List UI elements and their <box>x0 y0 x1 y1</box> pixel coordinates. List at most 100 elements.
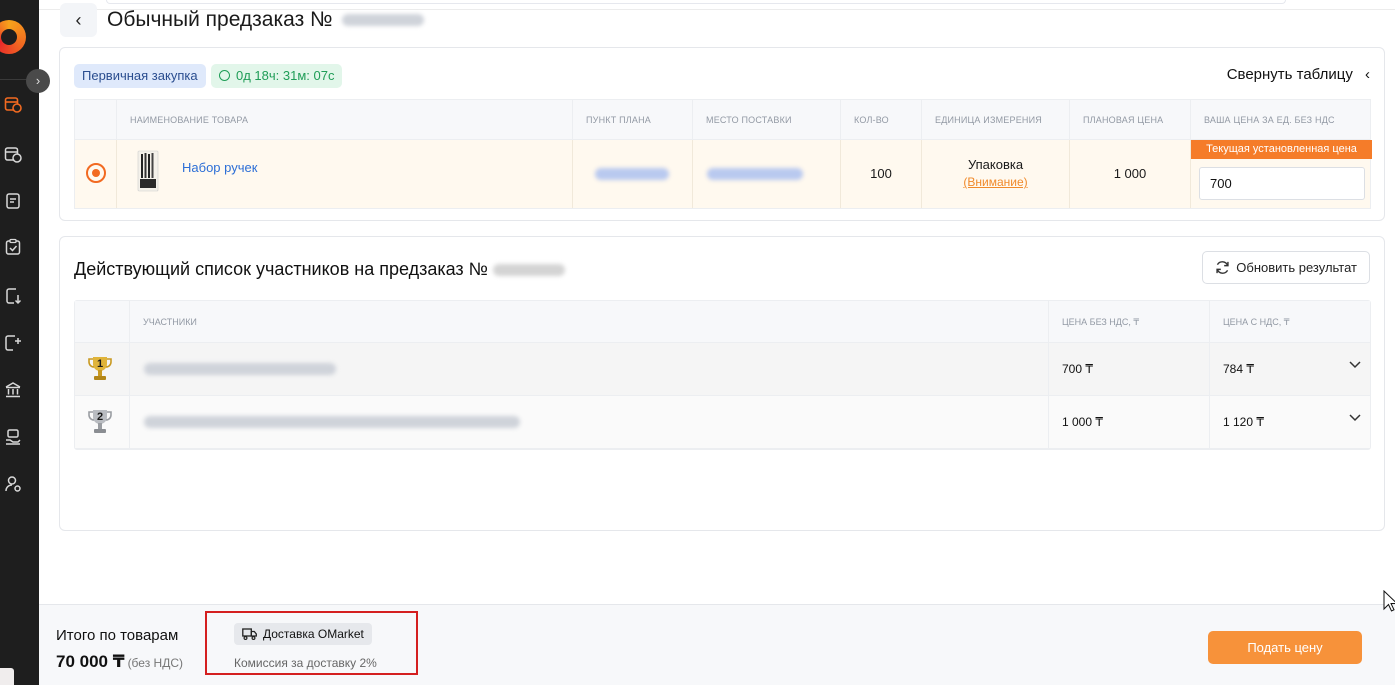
calendar-check-icon <box>4 147 22 163</box>
price-vat-cell: 784 ₸ <box>1209 343 1372 396</box>
clock-icon <box>219 70 230 81</box>
sidebar-item-approved[interactable] <box>4 145 22 163</box>
delivery-place-cell <box>692 140 840 208</box>
submit-price-button[interactable]: Подать цену <box>1208 631 1362 664</box>
user-settings-icon <box>5 476 21 492</box>
participants-table: Участники Цена без НДС, ₸ Цена с НДС, ₸ … <box>74 300 1371 450</box>
omarket-logo[interactable] <box>0 20 26 54</box>
collapse-table-label: Свернуть таблицу <box>1226 66 1353 83</box>
plan-item-cell <box>572 140 692 208</box>
current-price-tag: Текущая установленная цена <box>1191 140 1372 159</box>
participant-name-cell <box>129 343 1048 396</box>
sidebar-item-returns[interactable] <box>4 287 22 305</box>
chevron-left-icon: ‹ <box>75 10 82 30</box>
column-price-vat: Цена с НДС, ₸ <box>1209 301 1372 343</box>
hand-money-icon <box>6 429 21 445</box>
unit-warning-link[interactable]: (Внимание) <box>922 175 1069 189</box>
column-your-price: Ваша цена за ед. без НДС <box>1190 100 1371 140</box>
column-plan-price: Плановая цена <box>1069 100 1190 140</box>
price-no-vat-cell: 1 000 ₸ <box>1048 396 1209 449</box>
sidebar-item-support[interactable] <box>4 428 22 446</box>
column-participants: Участники <box>129 301 1048 343</box>
sidebar-item-add-product[interactable] <box>4 334 22 352</box>
column-plan-item: Пункт плана <box>572 100 692 140</box>
table-row[interactable]: Набор ручек 100 Упаковка (Внимание) 1 00… <box>75 140 1372 208</box>
collapse-table-button[interactable]: Свернуть таблицу ‹ <box>1227 66 1370 83</box>
delivery-fee-text: Комиссия за доставку 2% <box>234 656 377 670</box>
column-delivery-place: Место поставки <box>692 100 840 140</box>
quantity-value: 100 <box>870 166 892 181</box>
page-title-text: Обычный предзаказ № <box>107 8 333 31</box>
plan-price-cell: 1 000 <box>1069 140 1190 208</box>
select-cell <box>75 140 116 208</box>
your-price-input[interactable] <box>1199 167 1365 200</box>
chevron-left-icon: ‹ <box>1365 66 1370 83</box>
product-link[interactable]: Набор ручек <box>182 160 257 175</box>
total-amount: 70 000 ₸ (без НДС) <box>56 652 183 672</box>
document-icon <box>6 193 20 209</box>
sidebar-toggle-button[interactable]: › <box>26 69 50 93</box>
calendar-clock-icon <box>4 97 22 113</box>
participants-card: Действующий список участников на предзак… <box>59 236 1385 531</box>
table-header: Наименование товара Пункт плана Место по… <box>75 100 1370 140</box>
chevron-down-icon[interactable] <box>1348 357 1362 371</box>
page-title: Обычный предзаказ № <box>107 8 425 32</box>
order-items-card: Первичная закупка 0д 18ч: 31м: 07с Сверн… <box>59 47 1385 221</box>
unit-cell: Упаковка (Внимание) <box>921 140 1069 208</box>
price-no-vat-value: 700 ₸ <box>1062 362 1093 376</box>
column-unit: Единица измерения <box>921 100 1069 140</box>
rank-number: 1 <box>96 358 104 370</box>
refresh-icon <box>1216 261 1229 274</box>
plan-price-value: 1 000 <box>1113 166 1147 181</box>
footer-bar: Итого по товарам 70 000 ₸ (без НДС) Доста… <box>39 604 1395 685</box>
participants-title: Действующий список участников на предзак… <box>74 259 566 280</box>
participant-name-cell <box>129 396 1048 449</box>
table-row[interactable]: 2 1 000 ₸ 1 120 ₸ <box>75 396 1370 449</box>
redacted-delivery-place[interactable] <box>707 168 803 180</box>
product-cell: Набор ручек <box>116 140 572 208</box>
file-download-icon <box>6 288 22 305</box>
chevron-right-icon: › <box>35 73 41 88</box>
order-items-table: Наименование товара Пункт плана Место по… <box>74 99 1372 209</box>
redacted-order-number <box>342 14 425 27</box>
column-product-name: Наименование товара <box>116 100 572 140</box>
total-label: Итого по товарам <box>56 627 179 644</box>
sidebar-item-orders[interactable] <box>4 238 22 256</box>
back-button[interactable]: ‹ <box>60 3 97 37</box>
redacted-plan-item[interactable] <box>595 168 669 180</box>
purchase-type-badge: Первичная закупка <box>74 64 206 88</box>
search-bar-edge <box>106 0 1286 4</box>
total-note: (без НДС) <box>127 656 183 670</box>
price-vat-cell: 1 120 ₸ <box>1209 396 1372 449</box>
sidebar-item-bank[interactable] <box>4 381 22 399</box>
bank-icon <box>5 382 21 398</box>
price-vat-value: 1 120 ₸ <box>1223 415 1264 429</box>
redacted-preorder-number <box>493 264 566 277</box>
refresh-result-button[interactable]: Обновить результат <box>1202 251 1370 284</box>
sidebar-bottom-badge <box>0 668 14 685</box>
rank-cell: 1 <box>75 343 129 396</box>
sidebar-item-profile[interactable] <box>4 475 22 493</box>
refresh-result-label: Обновить результат <box>1236 260 1357 275</box>
clipboard-check-icon <box>5 238 21 255</box>
participants-title-text: Действующий список участников на предзак… <box>74 259 488 279</box>
unit-value: Упаковка <box>967 157 1024 172</box>
table-row[interactable]: 1 700 ₸ 784 ₸ <box>75 343 1370 396</box>
price-vat-value: 784 ₸ <box>1223 362 1254 376</box>
pen-set-image <box>137 150 159 192</box>
sidebar <box>0 0 39 685</box>
delivery-omarket-badge[interactable]: Доставка OMarket <box>234 623 372 645</box>
file-plus-icon <box>5 335 21 351</box>
sidebar-item-preorders[interactable] <box>4 95 22 113</box>
mouse-cursor-icon <box>1383 590 1395 612</box>
price-no-vat-cell: 700 ₸ <box>1048 343 1209 396</box>
delivery-label: Доставка OMarket <box>263 627 364 641</box>
rank-cell: 2 <box>75 396 129 449</box>
timer-text: 0д 18ч: 31м: 07с <box>236 68 335 83</box>
price-no-vat-value: 1 000 ₸ <box>1062 415 1103 429</box>
chevron-down-icon[interactable] <box>1348 410 1362 424</box>
redacted-participant-name <box>144 363 336 375</box>
quantity-cell: 100 <box>840 140 921 208</box>
row-select-radio[interactable] <box>86 163 106 183</box>
sidebar-item-documents[interactable] <box>4 192 22 210</box>
